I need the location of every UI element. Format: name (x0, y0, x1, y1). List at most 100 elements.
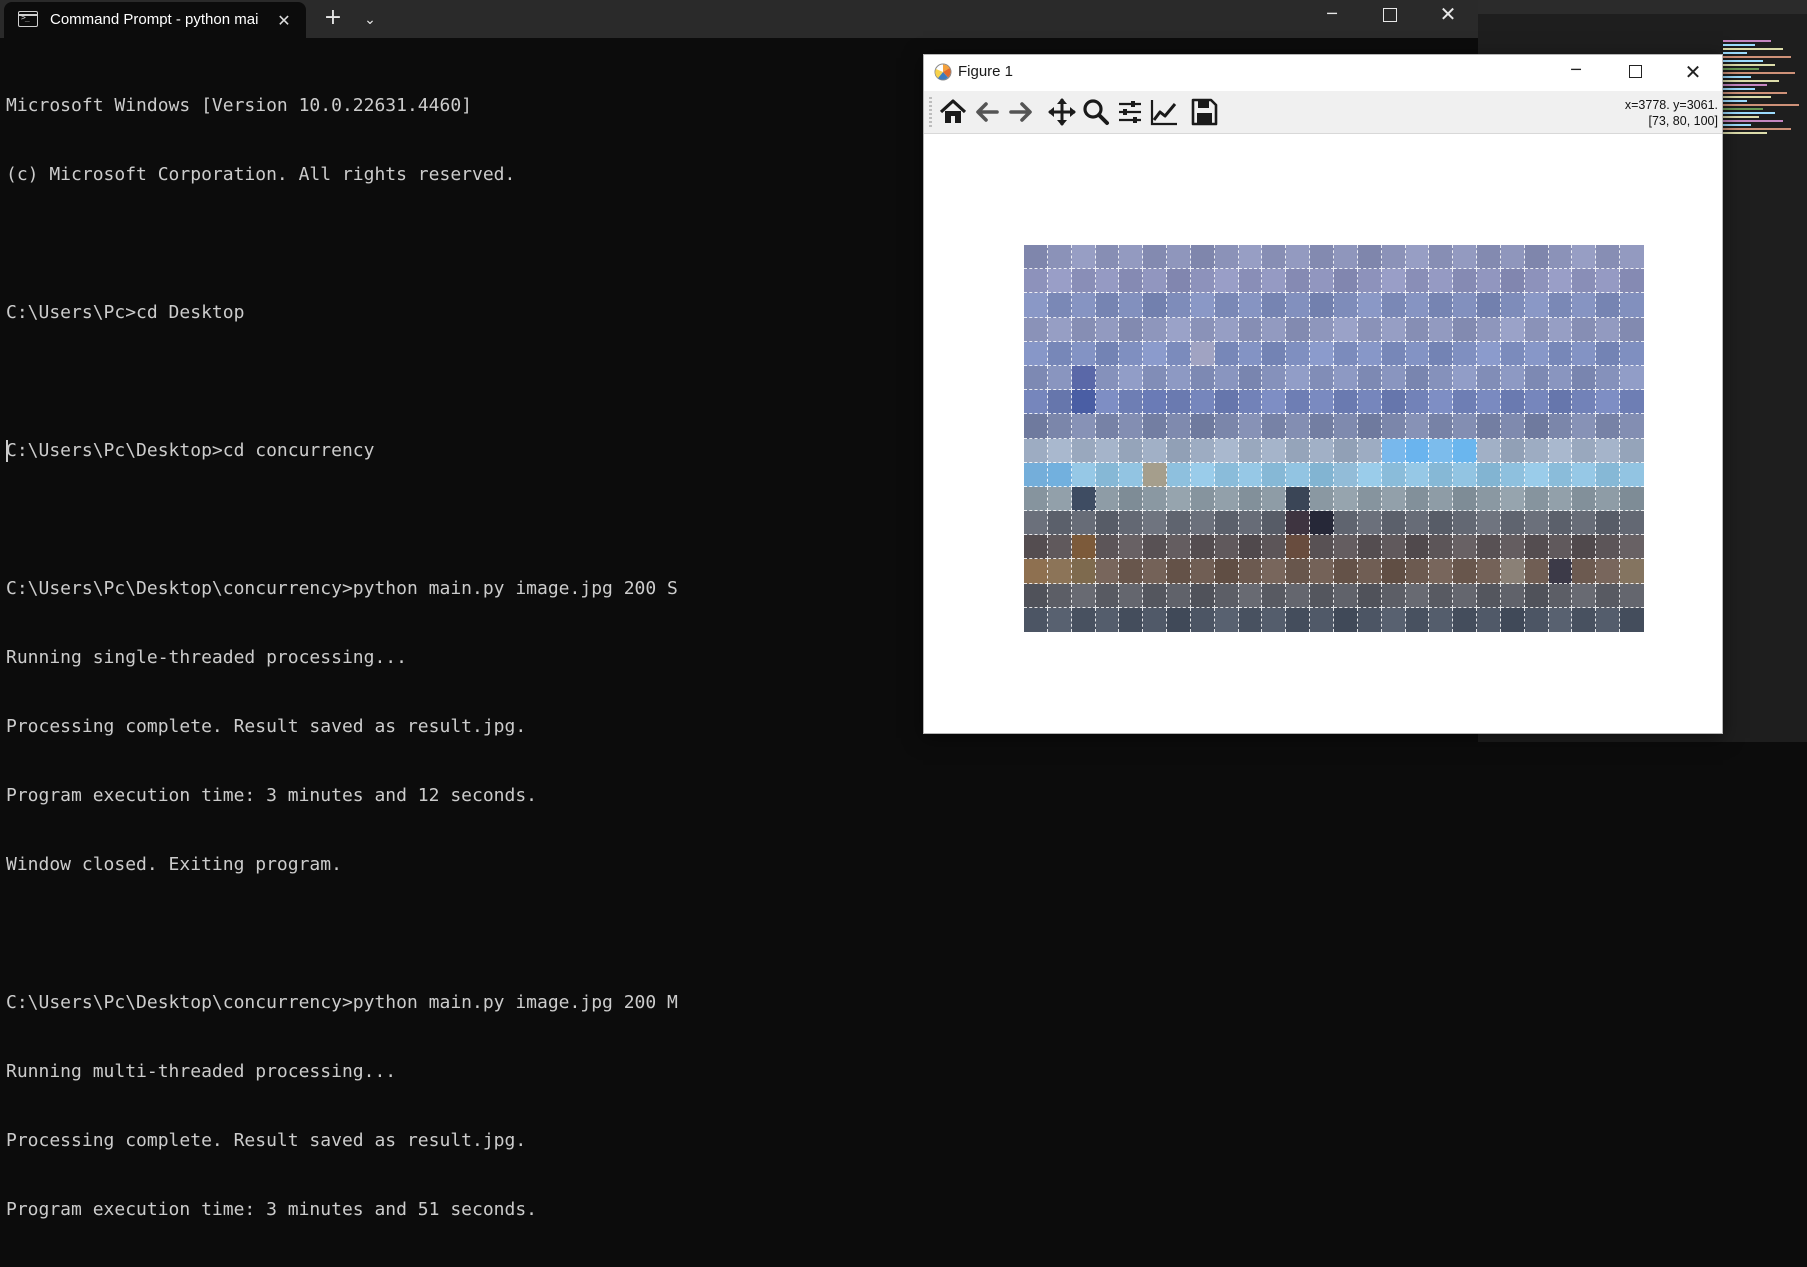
mosaic-cell (1286, 559, 1311, 584)
mosaic-cell (1143, 486, 1168, 512)
figure-titlebar[interactable]: Figure 1 ─ ✕ (924, 55, 1722, 91)
mosaic-cell (1453, 269, 1478, 294)
mosaic-cell (1548, 317, 1573, 342)
pan-button[interactable] (1045, 95, 1079, 129)
mosaic-cell (1190, 535, 1215, 560)
minimize-button[interactable]: ─ (1553, 55, 1599, 89)
mosaic-cell (1333, 390, 1358, 415)
plot-canvas[interactable] (924, 134, 1722, 733)
mosaic-cell (1429, 462, 1454, 487)
mosaic-cell (1047, 583, 1072, 608)
mosaic-cell (1524, 317, 1549, 342)
close-button[interactable]: ✕ (1428, 0, 1468, 28)
mosaic-cell (1214, 269, 1239, 294)
mosaic-cell (1572, 365, 1597, 391)
mosaic-cell (1524, 390, 1549, 415)
new-tab-button[interactable]: + (318, 6, 348, 32)
close-button[interactable]: ✕ (1670, 55, 1716, 89)
mosaic-cell (1262, 559, 1287, 584)
mosaic-cell (1071, 414, 1096, 439)
mosaic-cell (1024, 583, 1048, 608)
mosaic-cell (1548, 438, 1573, 463)
mosaic-cell (1572, 535, 1597, 560)
mosaic-cell (1405, 341, 1430, 366)
mosaic-cell (1167, 583, 1191, 608)
mosaic-cell (1167, 365, 1191, 391)
zoom-button[interactable] (1079, 95, 1113, 129)
mosaic-cell (1190, 607, 1215, 632)
back-button[interactable] (970, 95, 1004, 129)
mosaic-cell (1262, 245, 1287, 270)
terminal-tab[interactable]: Command Prompt - python main.py image.jp… (4, 2, 306, 38)
mosaic-cell (1596, 245, 1621, 270)
mosaic-cell (1429, 583, 1454, 608)
mosaic-cell (1333, 365, 1358, 391)
mosaic-cell (1190, 269, 1215, 294)
toolbar-grip[interactable] (929, 97, 932, 127)
mosaic-cell (1071, 535, 1096, 560)
mosaic-cell (1095, 293, 1120, 318)
maximize-button[interactable] (1370, 2, 1410, 28)
terminal-output[interactable]: Microsoft Windows [Version 10.0.22631.44… (6, 48, 678, 1267)
mosaic-cell (1286, 365, 1311, 391)
edit-axes-icon (1150, 100, 1177, 126)
chevron-down-icon[interactable]: ⌄ (356, 6, 384, 32)
mosaic-cell (1596, 486, 1621, 512)
mosaic-cell (1238, 317, 1263, 342)
mosaic-cell (1357, 414, 1382, 439)
mosaic-cell (1286, 583, 1311, 608)
mosaic-cell (1024, 559, 1048, 584)
terminal-titlebar[interactable]: Command Prompt - python main.py image.jp… (0, 0, 1478, 38)
mosaic-cell (1190, 486, 1215, 512)
mosaic-cell (1119, 607, 1144, 632)
home-button[interactable] (936, 95, 970, 129)
mosaic-cell (1357, 511, 1382, 536)
mosaic-cell (1596, 583, 1621, 608)
mosaic-cell (1071, 269, 1096, 294)
zoom-icon (1083, 99, 1109, 125)
configure-subplots-button[interactable] (1113, 95, 1147, 129)
mosaic-cell (1095, 462, 1120, 487)
code-minimap[interactable] (1723, 40, 1803, 220)
mosaic-cell (1262, 414, 1287, 439)
mosaic-cell (1596, 365, 1621, 391)
mosaic-cell (1119, 269, 1144, 294)
mosaic-cell (1524, 583, 1549, 608)
mosaic-cell (1095, 269, 1120, 294)
mosaic-cell (1190, 245, 1215, 270)
figure-window[interactable]: Figure 1 ─ ✕ x=3778. y=3061. [73, 80, 10… (923, 54, 1723, 734)
mosaic-cell (1095, 365, 1120, 391)
maximize-button[interactable] (1612, 55, 1658, 89)
mosaic-cell (1190, 438, 1215, 463)
terminal-line: Program execution time: 3 minutes and 12… (6, 785, 538, 806)
mosaic-cell (1620, 414, 1644, 439)
mosaic-cell (1524, 559, 1549, 584)
coordinate-readout: x=3778. y=3061. [73, 80, 100] (1625, 97, 1718, 129)
mosaic-cell (1596, 607, 1621, 632)
mosaic-cell (1548, 462, 1573, 487)
mosaic-cell (1190, 583, 1215, 608)
mosaic-cell (1333, 559, 1358, 584)
mosaic-cell (1190, 341, 1215, 366)
close-tab-icon[interactable]: ✕ (272, 9, 296, 33)
mosaic-cell (1453, 486, 1478, 512)
mosaic-cell (1405, 535, 1430, 560)
mosaic-cell (1143, 245, 1168, 270)
mosaic-cell (1286, 438, 1311, 463)
mosaic-cell (1381, 269, 1406, 294)
mosaic-cell (1310, 438, 1334, 463)
mosaic-cell (1500, 390, 1525, 415)
mosaic-cell (1310, 511, 1334, 536)
save-button[interactable] (1187, 95, 1221, 129)
forward-button[interactable] (1004, 95, 1038, 129)
mosaic-cell (1047, 607, 1072, 632)
mosaic-cell (1214, 462, 1239, 487)
mosaic-cell (1071, 607, 1096, 632)
minimize-button[interactable]: ─ (1312, 2, 1352, 28)
mosaic-cell (1357, 559, 1382, 584)
mosaic-cell (1357, 341, 1382, 366)
mosaic-cell (1548, 511, 1573, 536)
mosaic-cell (1381, 535, 1406, 560)
mosaic-cell (1429, 559, 1454, 584)
edit-axes-button[interactable] (1147, 95, 1181, 129)
